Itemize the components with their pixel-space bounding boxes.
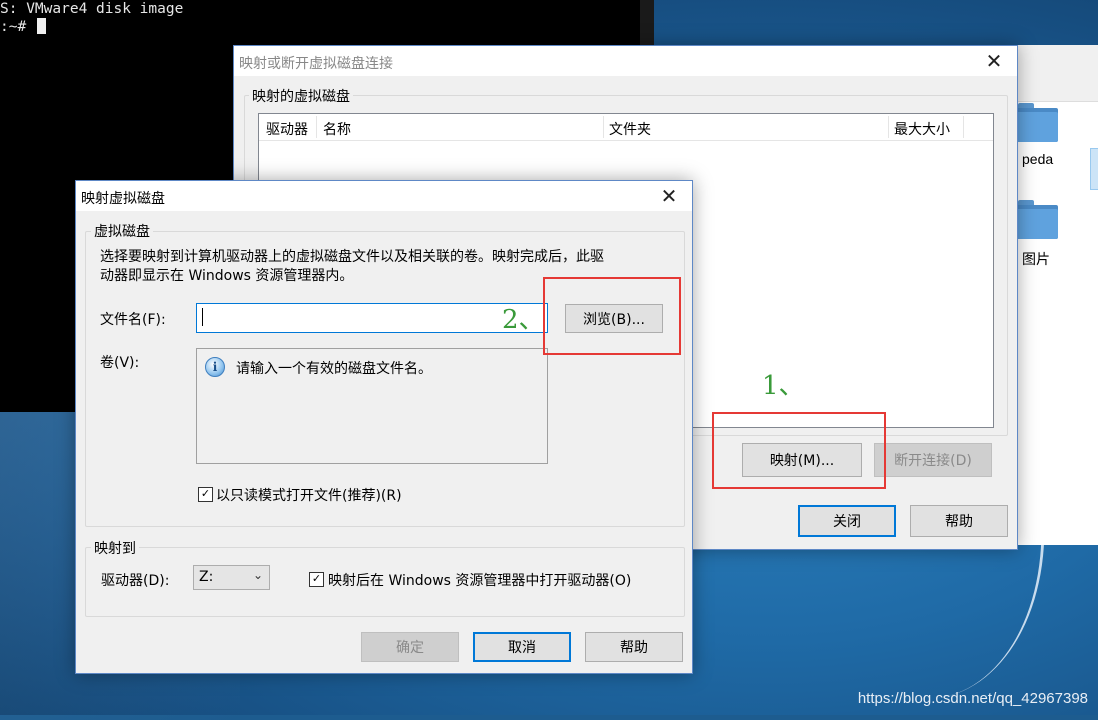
- volume-list[interactable]: i 请输入一个有效的磁盘文件名。: [196, 348, 548, 464]
- help-button[interactable]: 帮助: [910, 505, 1008, 537]
- folder-icon[interactable]: [1016, 103, 1060, 143]
- description-text: 选择要映射到计算机驱动器上的虚拟磁盘文件以及相关联的卷。映射完成后，此驱 动器即…: [100, 248, 604, 286]
- description-line: 动器即显示在 Windows 资源管理器内。: [100, 268, 354, 284]
- terminal-output-line: S: VMware4 disk image: [0, 1, 184, 17]
- dialog-titlebar[interactable]: 映射或断开虚拟磁盘连接 ✕: [234, 46, 1017, 76]
- dialog-title: 映射虚拟磁盘: [81, 191, 165, 207]
- dialog-title: 映射或断开虚拟磁盘连接: [239, 56, 393, 72]
- list-header: 驱动器 名称 文件夹 最大大小: [259, 114, 993, 141]
- column-header-max-size[interactable]: 最大大小: [894, 119, 950, 139]
- folder-label-pictures[interactable]: 图片: [1022, 249, 1050, 269]
- map-virtual-disk-dialog: 映射虚拟磁盘 ✕ 虚拟磁盘 选择要映射到计算机驱动器上的虚拟磁盘文件以及相关联的…: [75, 180, 693, 674]
- column-header-folder[interactable]: 文件夹: [609, 119, 651, 139]
- drive-select-value: Z:: [199, 569, 214, 585]
- chevron-down-icon: ⌄: [252, 568, 263, 582]
- map-to-group-label: 映射到: [91, 538, 139, 558]
- virtual-disk-group-label: 虚拟磁盘: [91, 221, 153, 241]
- open-explorer-label[interactable]: 映射后在 Windows 资源管理器中打开驱动器(O): [328, 570, 631, 590]
- column-separator: [888, 116, 889, 138]
- annotation-step-2: 2、: [502, 305, 545, 335]
- ok-button[interactable]: 确定: [361, 632, 459, 662]
- help-button[interactable]: 帮助: [585, 632, 683, 662]
- close-icon[interactable]: ✕: [971, 46, 1017, 76]
- text-caret: [202, 308, 203, 326]
- explorer-selection: [1090, 148, 1098, 190]
- close-icon[interactable]: ✕: [646, 181, 692, 211]
- readonly-checkbox-label[interactable]: 以只读模式打开文件(推荐)(R): [216, 485, 402, 505]
- mapped-disks-group-label: 映射的虚拟磁盘: [249, 86, 353, 106]
- disconnect-button[interactable]: 断开连接(D): [874, 443, 992, 477]
- terminal-prompt-line: :~#: [0, 18, 640, 36]
- drive-select[interactable]: Z: ⌄: [193, 565, 270, 590]
- annotation-box-browse: [543, 277, 681, 355]
- dialog-titlebar[interactable]: 映射虚拟磁盘 ✕: [76, 181, 692, 211]
- annotation-box-map: [712, 412, 886, 489]
- watermark: https://blog.csdn.net/qq_42967398: [857, 690, 1088, 707]
- filename-input[interactable]: [196, 303, 548, 333]
- annotation-step-1: 1、: [762, 371, 805, 401]
- terminal-prompt: :~#: [0, 19, 27, 35]
- column-separator: [963, 116, 964, 138]
- column-header-drive[interactable]: 驱动器: [266, 119, 308, 139]
- column-header-name[interactable]: 名称: [323, 119, 351, 139]
- info-icon: i: [205, 357, 225, 377]
- column-separator: [603, 116, 604, 138]
- pictures-folder-icon[interactable]: [1016, 200, 1060, 240]
- column-separator: [316, 116, 317, 138]
- description-line: 选择要映射到计算机驱动器上的虚拟磁盘文件以及相关联的卷。映射完成后，此驱: [100, 249, 604, 265]
- open-explorer-checkbox[interactable]: ✓: [309, 572, 324, 587]
- drive-label: 驱动器(D):: [101, 573, 170, 589]
- terminal-cursor: [36, 18, 46, 34]
- explorer-toolbar: [1015, 45, 1098, 102]
- close-button[interactable]: 关闭: [798, 505, 896, 537]
- folder-label-peda[interactable]: peda: [1022, 151, 1053, 167]
- readonly-checkbox[interactable]: ✓: [198, 487, 213, 502]
- volume-label: 卷(V):: [100, 355, 140, 371]
- filename-label: 文件名(F):: [100, 312, 166, 328]
- cancel-button[interactable]: 取消: [473, 632, 571, 662]
- volume-message: 请输入一个有效的磁盘文件名。: [236, 361, 432, 377]
